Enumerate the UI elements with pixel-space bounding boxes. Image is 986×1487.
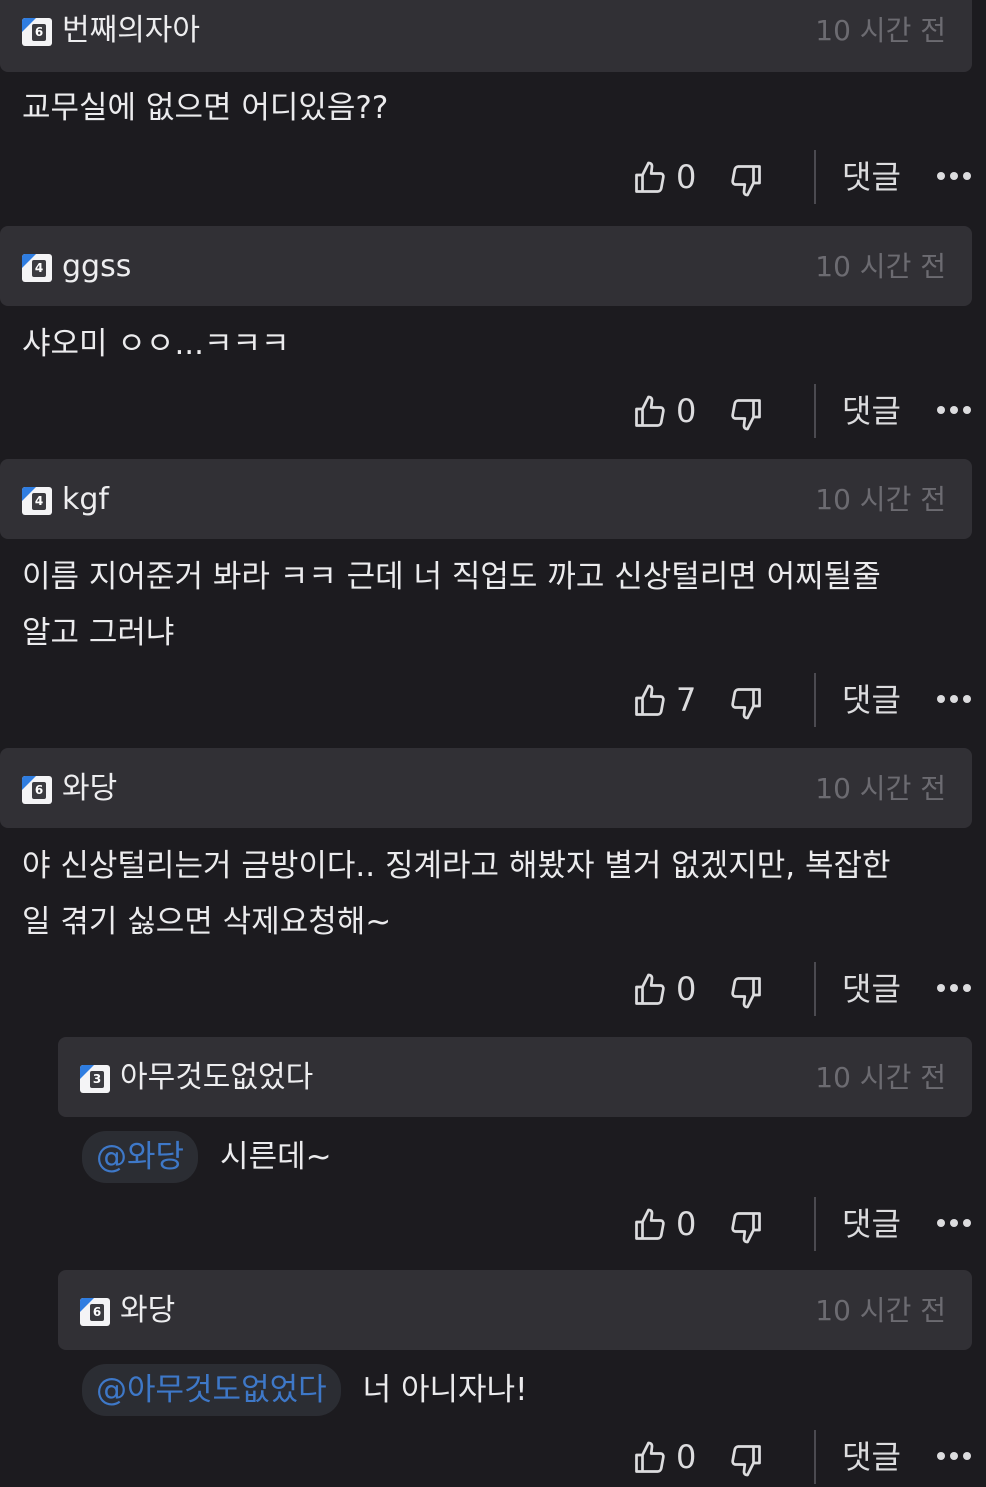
username[interactable]: 와당 [120, 1292, 175, 1330]
level-badge-icon: 6 [22, 776, 52, 804]
comment-text: 교무실에 없으면 어디있음?? [22, 80, 932, 136]
level-badge-icon: 3 [80, 1065, 110, 1093]
comment-line: 너 아니자나! [362, 1372, 528, 1408]
comment-header: 4 ggss 10 시간 전 [0, 226, 972, 306]
comment-text: 이름 지어준거 봐라 ㅋㅋ 근데 너 직업도 까고 신상털리면 어찌될줄 알고 … [22, 549, 932, 661]
comment-actions: 0 댓글 [632, 962, 972, 1018]
level-badge-icon: 6 [22, 18, 52, 46]
thumbs-down-icon[interactable] [728, 1442, 764, 1478]
reply-button[interactable]: 댓글 [842, 390, 901, 432]
level-number: 6 [32, 24, 46, 41]
comment-header: 6 번째의자아 10 시간 전 [0, 0, 972, 72]
timestamp: 10 시간 전 [815, 14, 946, 47]
level-number: 3 [90, 1071, 104, 1088]
comment-header: 6 와당 10 시간 전 [58, 1270, 972, 1350]
reply-button[interactable]: 댓글 [842, 679, 901, 721]
comment-line: 교무실에 없으면 어디있음?? [22, 90, 389, 126]
comment-actions: 0 댓글 [632, 1197, 972, 1253]
timestamp: 10 시간 전 [815, 772, 946, 805]
comment-actions: 7 댓글 [632, 673, 972, 729]
divider [814, 150, 816, 204]
more-horizontal-icon[interactable] [936, 980, 972, 996]
thumbs-up-icon[interactable] [632, 160, 668, 196]
comment-header: 4 kgf 10 시간 전 [0, 459, 972, 539]
username[interactable]: 아무것도없었다 [120, 1059, 313, 1097]
timestamp: 10 시간 전 [815, 483, 946, 516]
level-badge-icon: 4 [22, 487, 52, 515]
comment: 4 ggss 10 시간 전 샤오미 ㅇㅇ...ㅋㅋㅋ 0 댓글 [0, 226, 972, 438]
level-badge-icon: 6 [80, 1298, 110, 1326]
like-count: 0 [676, 970, 697, 1008]
divider [814, 673, 816, 727]
username[interactable]: ggss [62, 248, 131, 286]
comment-line: 시른데~ [220, 1139, 332, 1175]
comment-actions: 0 댓글 [632, 384, 972, 440]
comment-line: 샤오미 ㅇㅇ...ㅋㅋㅋ [22, 326, 290, 362]
level-badge-icon: 4 [22, 254, 52, 282]
mention-chip[interactable]: @와당 [82, 1131, 199, 1183]
divider [814, 1430, 816, 1484]
level-number: 6 [90, 1304, 104, 1321]
username[interactable]: 번째의자아 [62, 12, 200, 50]
thumbs-down-icon[interactable] [728, 396, 764, 432]
reply-button[interactable]: 댓글 [842, 156, 901, 198]
comment: 6 번째의자아 10 시간 전 교무실에 없으면 어디있음?? 0 댓글 [0, 0, 972, 204]
thumbs-up-icon[interactable] [632, 1207, 668, 1243]
reply-comment: 3 아무것도없었다 10 시간 전 @와당 시른데~ 0 댓글 [58, 1037, 972, 1251]
timestamp: 10 시간 전 [815, 250, 946, 283]
divider [814, 384, 816, 438]
username[interactable]: kgf [62, 481, 109, 519]
comment-line: 알고 그러냐 [22, 615, 175, 651]
comment-actions: 0 댓글 [632, 1430, 972, 1486]
comment-header: 3 아무것도없었다 10 시간 전 [58, 1037, 972, 1117]
comment-line: 이름 지어준거 봐라 ㅋㅋ 근데 너 직업도 까고 신상털리면 어찌될줄 [22, 559, 881, 595]
like-count: 7 [676, 681, 697, 719]
comment-text: 샤오미 ㅇㅇ...ㅋㅋㅋ [22, 316, 932, 372]
thumbs-down-icon[interactable] [728, 974, 764, 1010]
mention-chip[interactable]: @아무것도없었다 [82, 1364, 341, 1416]
comment-actions: 0 댓글 [632, 150, 972, 206]
thumbs-up-icon[interactable] [632, 972, 668, 1008]
divider [814, 962, 816, 1016]
more-horizontal-icon[interactable] [936, 691, 972, 707]
thumbs-down-icon[interactable] [728, 1209, 764, 1245]
comment-line: 야 신상털리는거 금방이다.. 징계라고 해봤자 별거 없겠지만, 복잡한 [22, 848, 891, 884]
reply-button[interactable]: 댓글 [842, 968, 901, 1010]
reply-comment: 6 와당 10 시간 전 @아무것도없었다 너 아니자나! 0 댓글 [58, 1270, 972, 1484]
reply-button[interactable]: 댓글 [842, 1436, 901, 1478]
thumbs-up-icon[interactable] [632, 394, 668, 430]
comment-header: 6 와당 10 시간 전 [0, 748, 972, 828]
comment-text: @아무것도없었다 너 아니자나! [82, 1362, 932, 1418]
reply-button[interactable]: 댓글 [842, 1203, 901, 1245]
like-count: 0 [676, 392, 697, 430]
thumbs-up-icon[interactable] [632, 683, 668, 719]
more-horizontal-icon[interactable] [936, 168, 972, 184]
like-count: 0 [676, 158, 697, 196]
thumbs-up-icon[interactable] [632, 1440, 668, 1476]
thumbs-down-icon[interactable] [728, 685, 764, 721]
username[interactable]: 와당 [62, 770, 117, 808]
level-number: 4 [32, 260, 46, 277]
like-count: 0 [676, 1438, 697, 1476]
level-number: 6 [32, 782, 46, 799]
thumbs-down-icon[interactable] [728, 162, 764, 198]
more-horizontal-icon[interactable] [936, 1448, 972, 1464]
like-count: 0 [676, 1205, 697, 1243]
comment: 4 kgf 10 시간 전 이름 지어준거 봐라 ㅋㅋ 근데 너 직업도 까고 … [0, 459, 972, 727]
more-horizontal-icon[interactable] [936, 1215, 972, 1231]
timestamp: 10 시간 전 [815, 1294, 946, 1327]
comment-text: 야 신상털리는거 금방이다.. 징계라고 해봤자 별거 없겠지만, 복잡한 일 … [22, 838, 932, 950]
level-number: 4 [32, 493, 46, 510]
comment-line: 일 겪기 싫으면 삭제요청해~ [22, 904, 392, 940]
more-horizontal-icon[interactable] [936, 402, 972, 418]
comment: 6 와당 10 시간 전 야 신상털리는거 금방이다.. 징계라고 해봤자 별거… [0, 748, 972, 1016]
timestamp: 10 시간 전 [815, 1061, 946, 1094]
divider [814, 1197, 816, 1251]
comment-text: @와당 시른데~ [82, 1129, 932, 1185]
